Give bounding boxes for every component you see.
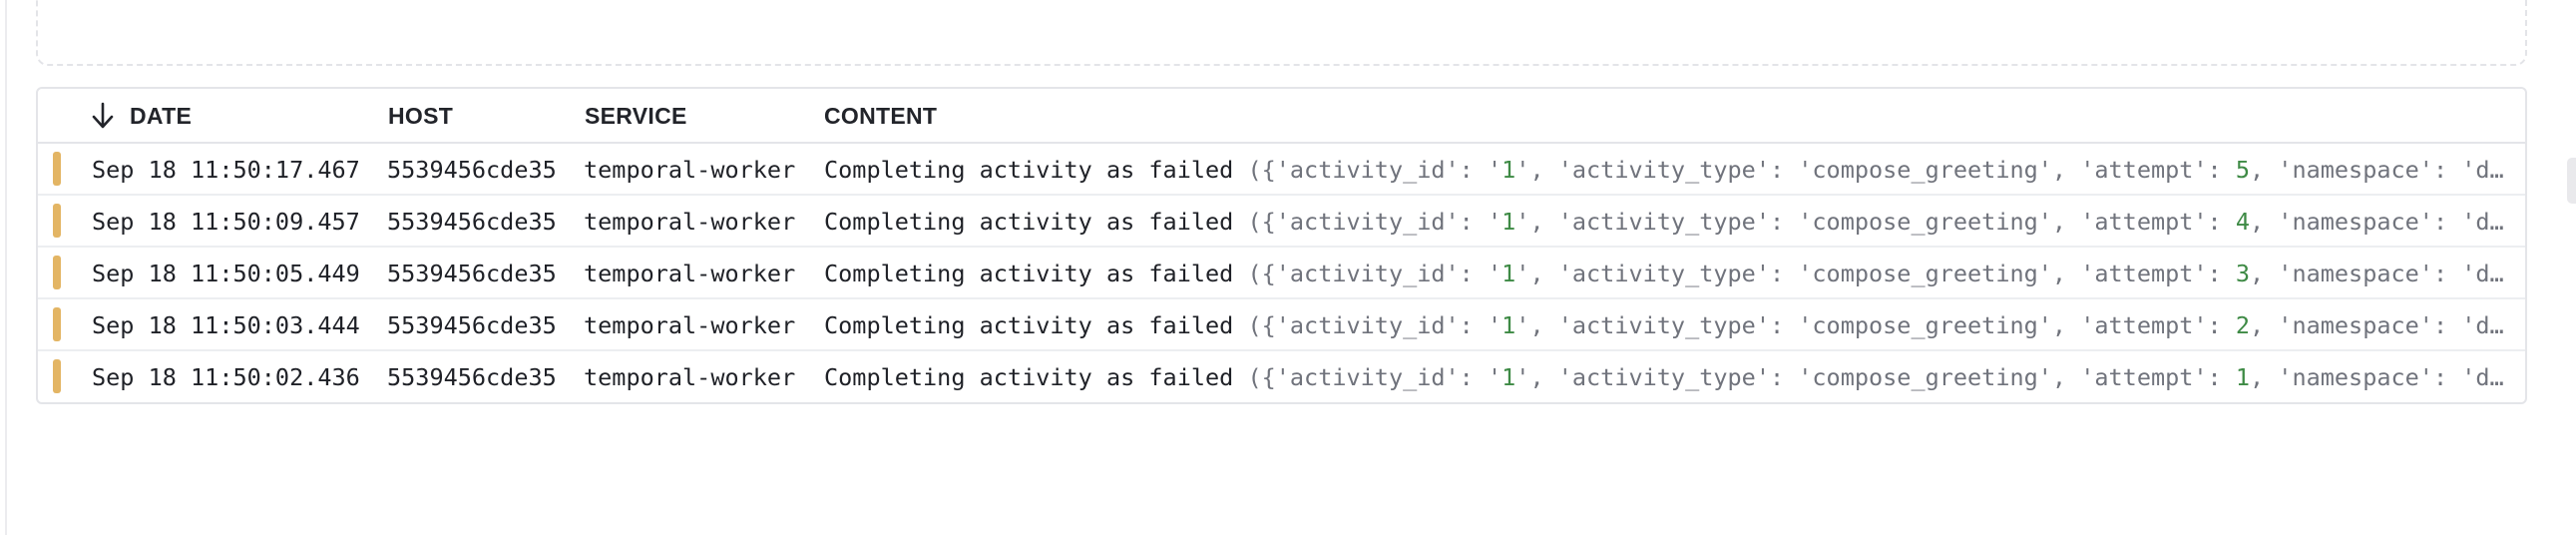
log-attributes: ', 'activity_type': 'compose_greeting', … bbox=[1515, 156, 2236, 184]
cell-date: Sep 18 11:50:05.449 bbox=[92, 260, 360, 287]
log-level-indicator bbox=[53, 204, 61, 238]
log-message: Completing activity as failed bbox=[824, 208, 1234, 236]
cell-content: Completing activity as failed ({'activit… bbox=[824, 196, 2510, 248]
column-header-date[interactable]: DATE bbox=[130, 103, 192, 129]
table-row[interactable]: Sep 18 11:50:05.449 5539456cde35 temporal-… bbox=[38, 248, 2525, 299]
log-attributes: , 'namespace': 'd… bbox=[2250, 311, 2504, 339]
log-message: Completing activity as failed bbox=[824, 363, 1234, 391]
cell-host: 5539456cde35 bbox=[387, 363, 557, 391]
cell-service: temporal-worker bbox=[584, 208, 796, 236]
left-divider bbox=[5, 0, 7, 535]
log-message: Completing activity as failed bbox=[824, 156, 1234, 184]
activity-id-value: 1 bbox=[1502, 260, 1516, 287]
log-message: Completing activity as failed bbox=[824, 260, 1234, 287]
attempt-value: 5 bbox=[2235, 156, 2251, 184]
log-level-indicator bbox=[53, 152, 61, 186]
log-attributes: , 'namespace': 'd… bbox=[2250, 260, 2504, 287]
log-attributes: , 'namespace': 'd… bbox=[2250, 363, 2504, 391]
arrow-down-icon[interactable] bbox=[90, 101, 116, 131]
log-attributes: ', 'activity_type': 'compose_greeting', … bbox=[1515, 311, 2236, 339]
cell-host: 5539456cde35 bbox=[387, 156, 557, 184]
log-attributes: ({'activity_id': ' bbox=[1233, 260, 1503, 287]
cell-content: Completing activity as failed ({'activit… bbox=[824, 299, 2510, 351]
cell-host: 5539456cde35 bbox=[387, 208, 557, 236]
activity-id-value: 1 bbox=[1502, 156, 1516, 184]
table-row[interactable]: Sep 18 11:50:17.467 5539456cde35 temporal-… bbox=[38, 144, 2525, 196]
log-attributes: ', 'activity_type': 'compose_greeting', … bbox=[1515, 260, 2236, 287]
log-attributes: ({'activity_id': ' bbox=[1233, 156, 1503, 184]
log-attributes: , 'namespace': 'd… bbox=[2250, 208, 2504, 236]
attempt-value: 2 bbox=[2235, 311, 2251, 339]
cell-service: temporal-worker bbox=[584, 363, 796, 391]
log-attributes: ', 'activity_type': 'compose_greeting', … bbox=[1515, 363, 2236, 391]
log-level-indicator bbox=[53, 359, 61, 393]
drop-zone-panel bbox=[36, 0, 2527, 66]
cell-content: Completing activity as failed ({'activit… bbox=[824, 351, 2510, 402]
log-level-indicator bbox=[53, 256, 61, 289]
attempt-value: 4 bbox=[2235, 208, 2251, 236]
table-row[interactable]: Sep 18 11:50:09.457 5539456cde35 temporal-… bbox=[38, 196, 2525, 248]
cell-date: Sep 18 11:50:17.467 bbox=[92, 156, 360, 184]
cell-content: Completing activity as failed ({'activit… bbox=[824, 144, 2510, 196]
table-row[interactable]: Sep 18 11:50:03.444 5539456cde35 temporal-… bbox=[38, 299, 2525, 351]
cell-date: Sep 18 11:50:09.457 bbox=[92, 208, 360, 236]
attempt-value: 3 bbox=[2235, 260, 2251, 287]
log-message: Completing activity as failed bbox=[824, 311, 1234, 339]
cell-date: Sep 18 11:50:02.436 bbox=[92, 363, 360, 391]
table-header: DATE HOST SERVICE CONTENT bbox=[38, 89, 2525, 144]
activity-id-value: 1 bbox=[1502, 311, 1516, 339]
cell-service: temporal-worker bbox=[584, 156, 796, 184]
log-attributes: , 'namespace': 'd… bbox=[2250, 156, 2504, 184]
log-table: DATE HOST SERVICE CONTENT Sep 18 11:50:1… bbox=[36, 87, 2527, 404]
log-attributes: ({'activity_id': ' bbox=[1233, 363, 1503, 391]
scrollbar-thumb[interactable] bbox=[2567, 158, 2576, 204]
cell-host: 5539456cde35 bbox=[387, 311, 557, 339]
activity-id-value: 1 bbox=[1502, 208, 1516, 236]
log-attributes: ({'activity_id': ' bbox=[1233, 311, 1503, 339]
log-attributes: ', 'activity_type': 'compose_greeting', … bbox=[1515, 208, 2236, 236]
cell-host: 5539456cde35 bbox=[387, 260, 557, 287]
column-header-service[interactable]: SERVICE bbox=[585, 103, 687, 129]
column-header-content[interactable]: CONTENT bbox=[824, 103, 937, 129]
cell-service: temporal-worker bbox=[584, 311, 796, 339]
attempt-value: 1 bbox=[2235, 363, 2251, 391]
table-row[interactable]: Sep 18 11:50:02.436 5539456cde35 temporal-… bbox=[38, 351, 2525, 402]
cell-content: Completing activity as failed ({'activit… bbox=[824, 248, 2510, 299]
log-attributes: ({'activity_id': ' bbox=[1233, 208, 1503, 236]
log-level-indicator bbox=[53, 307, 61, 341]
cell-service: temporal-worker bbox=[584, 260, 796, 287]
cell-date: Sep 18 11:50:03.444 bbox=[92, 311, 360, 339]
column-header-host[interactable]: HOST bbox=[388, 103, 453, 129]
activity-id-value: 1 bbox=[1502, 363, 1516, 391]
